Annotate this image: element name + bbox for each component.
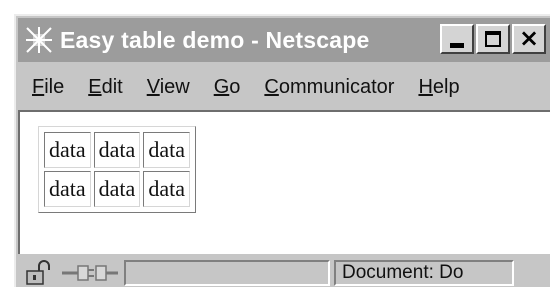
- menu-bar: File Edit View Go Communicator Help: [18, 66, 550, 108]
- status-text: Document: Do: [334, 259, 514, 286]
- maximize-button[interactable]: [476, 24, 510, 54]
- window-title: Easy table demo - Netscape: [60, 26, 370, 53]
- minimize-button[interactable]: [440, 24, 474, 54]
- table-row: data data data: [44, 171, 190, 207]
- menu-communicator[interactable]: Communicator: [264, 76, 394, 99]
- menu-go[interactable]: Go: [214, 76, 241, 99]
- table-cell: data: [143, 171, 190, 207]
- table-cell: data: [93, 171, 141, 207]
- progress-bar: [124, 259, 330, 286]
- maximize-icon: [485, 31, 501, 47]
- data-table: data data data data data data: [41, 129, 193, 210]
- page-content: data data data data data data: [18, 110, 550, 254]
- netscape-logo-icon: [26, 27, 52, 53]
- status-bar: Document: Do: [18, 256, 550, 289]
- close-button[interactable]: ×: [512, 24, 546, 54]
- menu-edit[interactable]: Edit: [88, 76, 122, 99]
- title-bar[interactable]: Easy table demo - Netscape ×: [18, 18, 550, 62]
- menu-help[interactable]: Help: [418, 76, 459, 99]
- menu-view[interactable]: View: [147, 76, 190, 99]
- minimize-icon: [450, 42, 464, 48]
- window-controls: ×: [440, 24, 546, 54]
- browser-window: Easy table demo - Netscape × File Edit V…: [14, 14, 550, 287]
- table-cell: data: [93, 132, 141, 168]
- table-cell: data: [143, 132, 190, 168]
- table-frame: data data data data data data: [38, 126, 196, 213]
- menu-file[interactable]: File: [32, 76, 64, 99]
- connection-plug-icon: [62, 264, 118, 281]
- security-lock-icon[interactable]: [24, 259, 54, 286]
- close-icon: ×: [518, 24, 540, 52]
- table-cell: data: [44, 132, 91, 168]
- table-cell: data: [44, 171, 91, 207]
- table-row: data data data: [44, 132, 190, 168]
